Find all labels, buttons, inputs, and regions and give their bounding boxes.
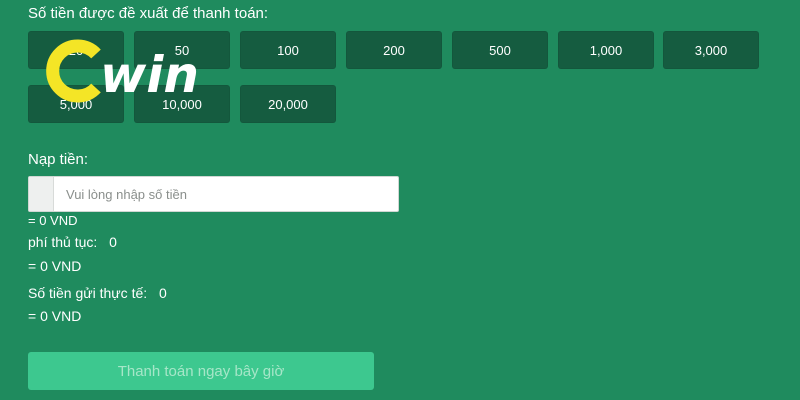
amount-button-200[interactable]: 200 — [346, 31, 442, 69]
fee-converted: = 0 VND — [28, 258, 82, 274]
amount-button-3000[interactable]: 3,000 — [663, 31, 759, 69]
actual-row: Số tiền gửi thực tế: 0 — [28, 285, 167, 301]
fee-label: phí thủ tục: — [28, 234, 98, 250]
pay-now-button[interactable]: Thanh toán ngay bây giờ — [28, 352, 374, 390]
amount-button-500[interactable]: 500 — [452, 31, 548, 69]
actual-label: Số tiền gửi thực tế: — [28, 285, 148, 301]
deposit-converted: = 0 VND — [28, 213, 78, 228]
actual-value: 0 — [159, 285, 167, 301]
amount-button-1000[interactable]: 1,000 — [558, 31, 654, 69]
deposit-amount-input[interactable] — [54, 177, 398, 211]
amount-button-100[interactable]: 100 — [240, 31, 336, 69]
deposit-input-group — [28, 176, 399, 212]
fee-row: phí thủ tục: 0 — [28, 234, 117, 250]
cwin-logo: win — [46, 39, 199, 104]
amount-button-20000[interactable]: 20,000 — [240, 85, 336, 123]
suggest-label: Số tiền được đề xuất để thanh toán: — [28, 5, 269, 22]
actual-converted: = 0 VND — [28, 308, 82, 324]
input-prefix — [29, 177, 54, 211]
svg-text:win: win — [100, 46, 199, 104]
deposit-label: Nạp tiền: — [28, 151, 89, 168]
fee-value: 0 — [109, 234, 117, 250]
